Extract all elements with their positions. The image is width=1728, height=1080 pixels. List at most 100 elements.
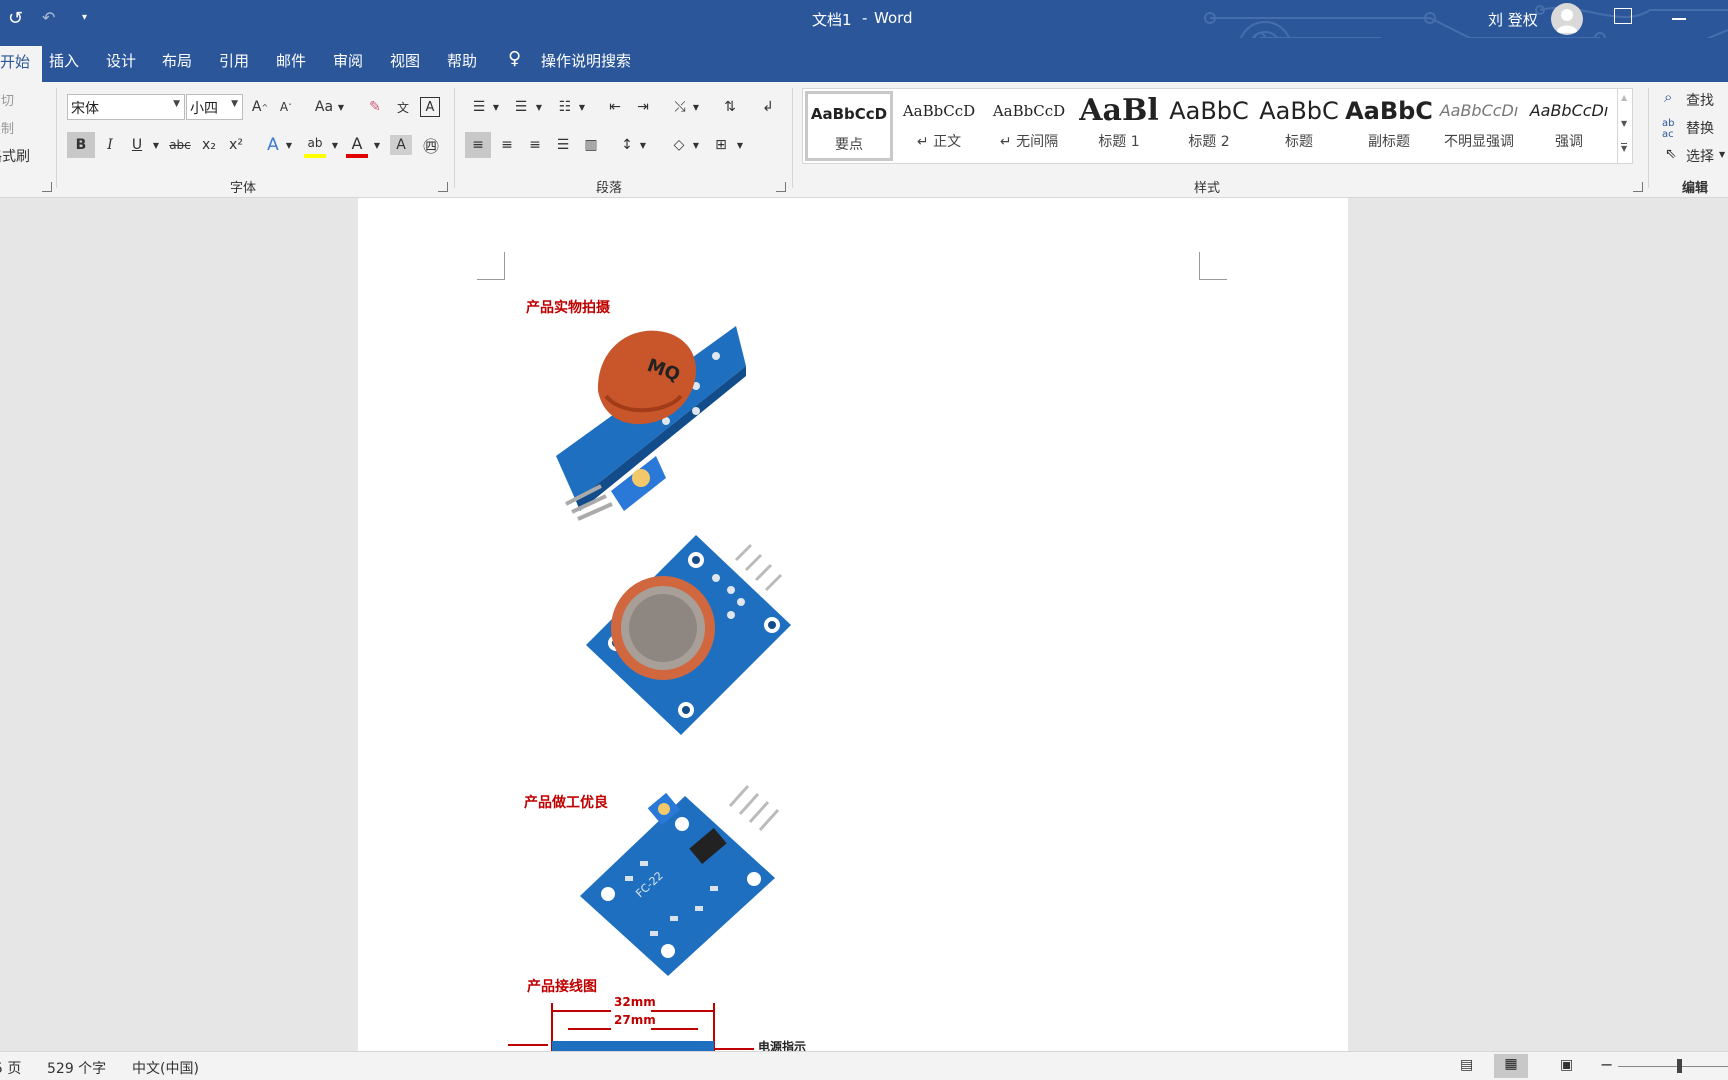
print-layout-icon[interactable]: ▦ bbox=[1494, 1054, 1528, 1078]
read-mode-icon[interactable]: ▤ bbox=[1460, 1057, 1473, 1073]
chevron-down-icon[interactable]: ▼ bbox=[331, 132, 339, 158]
tab-help[interactable]: 帮助 bbox=[447, 50, 477, 71]
text-effects-icon[interactable]: A bbox=[262, 132, 284, 158]
align-left-icon[interactable]: ≡ bbox=[465, 132, 491, 158]
strikethrough-button[interactable]: abc bbox=[166, 132, 194, 158]
numbering-icon[interactable]: ☰ bbox=[508, 94, 534, 120]
sort-icon[interactable]: ⇅ bbox=[718, 94, 742, 120]
borders-icon[interactable]: ⊞ bbox=[708, 132, 734, 158]
chevron-down-icon[interactable]: ▼ bbox=[152, 132, 160, 158]
chevron-down-icon[interactable]: ▼ bbox=[736, 132, 744, 158]
chevron-down-icon[interactable]: ▼ bbox=[337, 94, 345, 120]
avatar-icon[interactable] bbox=[1551, 3, 1583, 35]
style-heading-1[interactable]: AaBl 标题 1 bbox=[1075, 91, 1163, 161]
clipboard-launcher-icon[interactable] bbox=[42, 182, 52, 192]
tab-design[interactable]: 设计 bbox=[106, 50, 136, 71]
distributed-icon[interactable]: ▥ bbox=[578, 132, 604, 158]
chevron-down-icon[interactable]: ▼ bbox=[535, 94, 543, 120]
tab-references[interactable]: 引用 bbox=[219, 50, 249, 71]
scroll-up-icon[interactable]: ▲ bbox=[1621, 93, 1627, 102]
chevron-down-icon: ▼ bbox=[173, 99, 180, 109]
line-spacing-icon[interactable]: ↕ bbox=[614, 132, 640, 158]
font-name-combo[interactable]: 宋体 ▼ bbox=[67, 94, 185, 120]
text-direction-icon[interactable]: ⤯ bbox=[668, 94, 692, 120]
bullets-icon[interactable]: ☰ bbox=[466, 94, 492, 120]
decrease-indent-icon[interactable]: ⇤ bbox=[603, 94, 627, 120]
user-name[interactable]: 刘 登权 bbox=[1488, 9, 1538, 30]
increase-indent-icon[interactable]: ⇥ bbox=[631, 94, 655, 120]
copy-button[interactable]: 复制 bbox=[0, 118, 14, 137]
tab-home[interactable]: 开始 bbox=[0, 46, 43, 82]
enclose-characters-icon[interactable]: ㊃ bbox=[420, 132, 442, 158]
chevron-down-icon[interactable]: ▼ bbox=[373, 132, 381, 158]
font-color-button[interactable]: A bbox=[346, 132, 368, 158]
format-painter-button[interactable]: 格式刷 bbox=[0, 146, 30, 166]
grow-font-icon[interactable]: A ^ bbox=[250, 94, 270, 120]
chevron-down-icon[interactable]: ▼ bbox=[492, 94, 500, 120]
tell-me-search[interactable]: 操作说明搜索 bbox=[541, 50, 631, 71]
tab-insert[interactable]: 插入 bbox=[49, 50, 79, 71]
scroll-down-icon[interactable]: ▼ bbox=[1621, 119, 1627, 128]
style-emphasis-key[interactable]: AaBbCcD 要点 bbox=[805, 91, 893, 161]
cut-button[interactable]: 剪切 bbox=[0, 90, 14, 109]
chevron-down-icon[interactable]: ▼ bbox=[639, 132, 647, 158]
justify-icon[interactable]: ☰ bbox=[550, 132, 576, 158]
chevron-down-icon[interactable]: ▼ bbox=[285, 132, 293, 158]
tab-view[interactable]: 视图 bbox=[390, 50, 420, 71]
phonetic-guide-icon[interactable]: 文 bbox=[392, 94, 414, 120]
undo-icon[interactable]: ↶ bbox=[42, 8, 55, 27]
style-normal[interactable]: AaBbCcD ↵ 正文 bbox=[895, 91, 983, 161]
select-button[interactable]: 选择 bbox=[1686, 146, 1714, 166]
underline-button[interactable]: U bbox=[127, 132, 147, 158]
tab-review[interactable]: 审阅 bbox=[333, 50, 363, 71]
document-area[interactable]: 产品实物拍摄 MQ 产品做工优良 FC-22 产品接线图 32mm 27mm 电… bbox=[0, 198, 1728, 1051]
change-case-button[interactable]: Aa bbox=[312, 94, 336, 120]
superscript-button[interactable]: x² bbox=[225, 132, 247, 158]
word-count[interactable]: 529 个字 bbox=[47, 1058, 106, 1078]
quick-access-dropdown-icon[interactable]: ▾ bbox=[82, 12, 87, 23]
ribbon-display-options-icon[interactable] bbox=[1614, 8, 1632, 24]
zoom-out-icon[interactable]: − bbox=[1600, 1055, 1613, 1074]
show-formatting-icon[interactable]: ↲ bbox=[756, 94, 780, 120]
zoom-slider-thumb[interactable] bbox=[1677, 1059, 1682, 1073]
character-shading-icon[interactable]: A bbox=[390, 135, 412, 155]
document-page[interactable]: 产品实物拍摄 MQ 产品做工优良 FC-22 产品接线图 32mm 27mm 电… bbox=[358, 198, 1348, 1051]
language-status[interactable]: 中文(中国) bbox=[132, 1058, 199, 1078]
tab-layout[interactable]: 布局 bbox=[162, 50, 192, 71]
shading-icon[interactable]: ◇ bbox=[666, 132, 692, 158]
tab-mailings[interactable]: 邮件 bbox=[276, 50, 306, 71]
chevron-down-icon[interactable]: ▼ bbox=[692, 132, 700, 158]
replace-icon: ab ac bbox=[1662, 118, 1675, 140]
subscript-button[interactable]: x₂ bbox=[198, 132, 220, 158]
style-no-spacing[interactable]: AaBbCcD ↵ 无间隔 bbox=[985, 91, 1073, 161]
align-right-icon[interactable]: ≡ bbox=[522, 132, 548, 158]
zoom-slider[interactable] bbox=[1618, 1066, 1728, 1067]
italic-button[interactable]: I bbox=[100, 132, 120, 158]
bold-button[interactable]: B bbox=[67, 132, 95, 158]
clear-formatting-icon[interactable]: ✎ bbox=[364, 94, 386, 120]
shrink-font-icon[interactable]: Aˇ bbox=[276, 94, 296, 120]
minimize-icon[interactable] bbox=[1672, 18, 1686, 20]
chevron-down-icon[interactable]: ▼ bbox=[1719, 150, 1725, 159]
chevron-down-icon[interactable]: ▼ bbox=[692, 94, 700, 120]
page-count[interactable]: 5 页 bbox=[0, 1058, 21, 1078]
web-layout-icon[interactable]: ▣ bbox=[1560, 1057, 1573, 1073]
style-title[interactable]: AaBbC 标题 bbox=[1255, 91, 1343, 161]
font-launcher-icon[interactable] bbox=[438, 182, 448, 192]
find-button[interactable]: 查找 bbox=[1686, 90, 1714, 110]
autosave-refresh-icon[interactable]: ↺ bbox=[8, 8, 23, 29]
styles-launcher-icon[interactable] bbox=[1633, 182, 1643, 192]
font-size-combo[interactable]: 小四 ▼ bbox=[186, 94, 243, 120]
style-subtitle[interactable]: AaBbC 副标题 bbox=[1345, 91, 1433, 161]
align-center-icon[interactable]: ≡ bbox=[494, 132, 520, 158]
character-border-icon[interactable]: A bbox=[420, 97, 440, 117]
styles-more-icon[interactable]: ▼ bbox=[1621, 143, 1628, 153]
multilevel-list-icon[interactable]: ☷ bbox=[552, 94, 578, 120]
style-emphasis[interactable]: AaBbCcDı 强调 bbox=[1525, 91, 1613, 161]
replace-button[interactable]: 替换 bbox=[1686, 118, 1714, 138]
chevron-down-icon[interactable]: ▼ bbox=[578, 94, 586, 120]
highlight-icon[interactable]: ab bbox=[304, 132, 326, 158]
style-subtle-emphasis[interactable]: AaBbCcDı 不明显强调 bbox=[1435, 91, 1523, 161]
paragraph-launcher-icon[interactable] bbox=[776, 182, 786, 192]
style-heading-2[interactable]: AaBbC 标题 2 bbox=[1165, 91, 1253, 161]
